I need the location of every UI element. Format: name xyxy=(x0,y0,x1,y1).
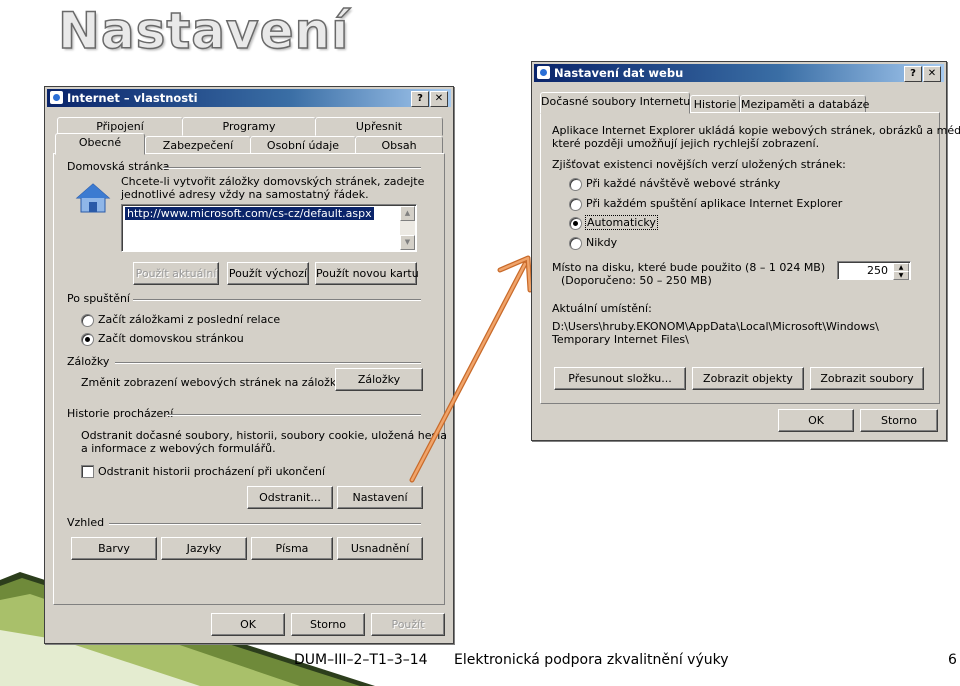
move-folder-button[interactable]: Přesunout složku... xyxy=(554,367,686,390)
use-current-button[interactable]: Použít aktuální xyxy=(133,262,219,285)
languages-button[interactable]: Jazyky xyxy=(161,537,247,560)
home-page-urls-textarea[interactable]: http://www.microsoft.com/cs-cz/default.a… xyxy=(121,204,417,252)
appearance-group-divider xyxy=(109,523,421,525)
check-every-start-label: Při každém spuštění aplikace Internet Ex… xyxy=(586,197,843,210)
internet-options-titlebar[interactable]: Internet – vlastnosti ? ✕ xyxy=(47,89,451,107)
check-every-start-radio[interactable] xyxy=(569,198,582,211)
tab-general[interactable]: Obecné xyxy=(55,133,145,155)
home-desc-line2: jednotlivé adresy vždy na samostatný řád… xyxy=(121,188,369,201)
check-newer-label: Zjišťovat existenci novějších verzí ulož… xyxy=(552,158,846,171)
check-automatically-radio[interactable] xyxy=(569,217,582,230)
current-location-line1: D:\Users\hruby.EKONOM\AppData\Local\Micr… xyxy=(552,320,879,333)
startup-home-page-label: Začít domovskou stránkou xyxy=(98,332,244,345)
home-url-text: http://www.microsoft.com/cs-cz/default.a… xyxy=(125,207,374,220)
disk-space-value: 250 xyxy=(867,264,888,277)
footer-text: Elektronická podpora zkvalitnění výuky xyxy=(454,652,729,668)
cancel-button[interactable]: Storno xyxy=(291,613,365,636)
disk-space-label: Místo na disku, které bude použito (8 – … xyxy=(552,261,826,274)
startup-home-page-radio[interactable] xyxy=(81,333,94,346)
history-desc-line2: a informace z webových formulářů. xyxy=(81,442,276,455)
tab-programs[interactable]: Programy xyxy=(182,117,316,136)
ok-button[interactable]: OK xyxy=(778,409,854,432)
home-icon xyxy=(75,183,111,213)
check-every-visit-label: Při každé návštěvě webové stránky xyxy=(586,177,781,190)
appearance-group-label: Vzhled xyxy=(67,516,105,529)
startup-last-session-radio[interactable] xyxy=(81,314,94,327)
history-group-label: Historie procházení xyxy=(67,407,174,420)
current-location-label: Aktuální umístění: xyxy=(552,302,652,315)
ok-button[interactable]: OK xyxy=(211,613,285,636)
close-icon[interactable]: ✕ xyxy=(430,91,448,107)
check-automatically-label: Automaticky xyxy=(585,215,658,230)
history-desc-line1: Odstranit dočasné soubory, historii, sou… xyxy=(81,429,447,442)
close-icon[interactable]: ✕ xyxy=(923,66,941,82)
startup-last-session-label: Začít záložkami z poslední relace xyxy=(98,313,281,326)
tabs-group-label: Záložky xyxy=(67,355,110,368)
website-data-title: Nastavení dat webu xyxy=(554,66,684,80)
current-location-line2: Temporary Internet Files\ xyxy=(552,333,689,346)
connector-arrow xyxy=(409,255,533,483)
view-files-button[interactable]: Zobrazit soubory xyxy=(810,367,924,390)
footer-code: DUM–III–2–T1–3–14 xyxy=(294,652,428,668)
cancel-button[interactable]: Storno xyxy=(860,409,938,432)
home-group-divider xyxy=(163,167,421,169)
tabs-group-desc: Změnit zobrazení webových stránek na zál… xyxy=(81,376,360,389)
tabs-group-divider xyxy=(115,362,421,364)
colors-button[interactable]: Barvy xyxy=(71,537,157,560)
temporary-files-panel xyxy=(540,112,940,404)
scroll-up-icon[interactable]: ▲ xyxy=(400,206,415,221)
accessibility-button[interactable]: Usnadnění xyxy=(337,537,423,560)
slide-title: Nastavení xyxy=(57,1,350,61)
website-data-titlebar[interactable]: Nastavení dat webu ? ✕ xyxy=(534,64,944,82)
home-desc-line1: Chcete-li vytvořit záložky domovských st… xyxy=(121,175,425,188)
cache-desc-line1: Aplikace Internet Explorer ukládá kopie … xyxy=(552,124,960,137)
delete-history-on-exit-label: Odstranit historii procházení při ukonče… xyxy=(98,465,326,478)
disk-space-spinner[interactable]: 250 ▲ ▼ xyxy=(837,261,911,280)
delete-history-on-exit-checkbox[interactable] xyxy=(81,465,94,478)
website-data-settings-window: Nastavení dat webu ? ✕ Dočasné soubory I… xyxy=(531,61,960,441)
tab-advanced[interactable]: Upřesnit xyxy=(315,117,443,136)
startup-group-divider xyxy=(133,299,421,301)
check-every-visit-radio[interactable] xyxy=(569,178,582,191)
help-icon[interactable]: ? xyxy=(411,91,429,107)
tab-temporary-files[interactable]: Dočasné soubory Internetu xyxy=(540,92,690,114)
view-objects-button[interactable]: Zobrazit objekty xyxy=(692,367,804,390)
delete-history-button[interactable]: Odstranit... xyxy=(247,486,333,509)
page-number: 6 xyxy=(948,652,957,668)
fonts-button[interactable]: Písma xyxy=(251,537,333,560)
cache-desc-line2: které později umožňují jejich rychlejší … xyxy=(552,137,820,150)
disk-space-recommended: (Doporučeno: 50 – 250 MB) xyxy=(561,274,712,287)
history-group-divider xyxy=(167,414,421,416)
internet-options-title: Internet – vlastnosti xyxy=(67,91,198,105)
use-default-button[interactable]: Použít výchozí xyxy=(227,262,309,285)
startup-group-label: Po spuštění xyxy=(67,292,130,305)
check-never-radio[interactable] xyxy=(569,237,582,250)
check-never-label: Nikdy xyxy=(586,236,618,249)
internet-options-window: Internet – vlastnosti ? ✕ Připojení Prog… xyxy=(44,86,454,644)
spinner-down-icon[interactable]: ▼ xyxy=(893,271,909,280)
help-icon[interactable]: ? xyxy=(904,66,922,82)
website-data-window-icon xyxy=(537,66,550,79)
apply-button[interactable]: Použít xyxy=(371,613,445,636)
home-page-group-label: Domovská stránka xyxy=(67,160,170,173)
internet-options-window-icon xyxy=(50,91,63,104)
